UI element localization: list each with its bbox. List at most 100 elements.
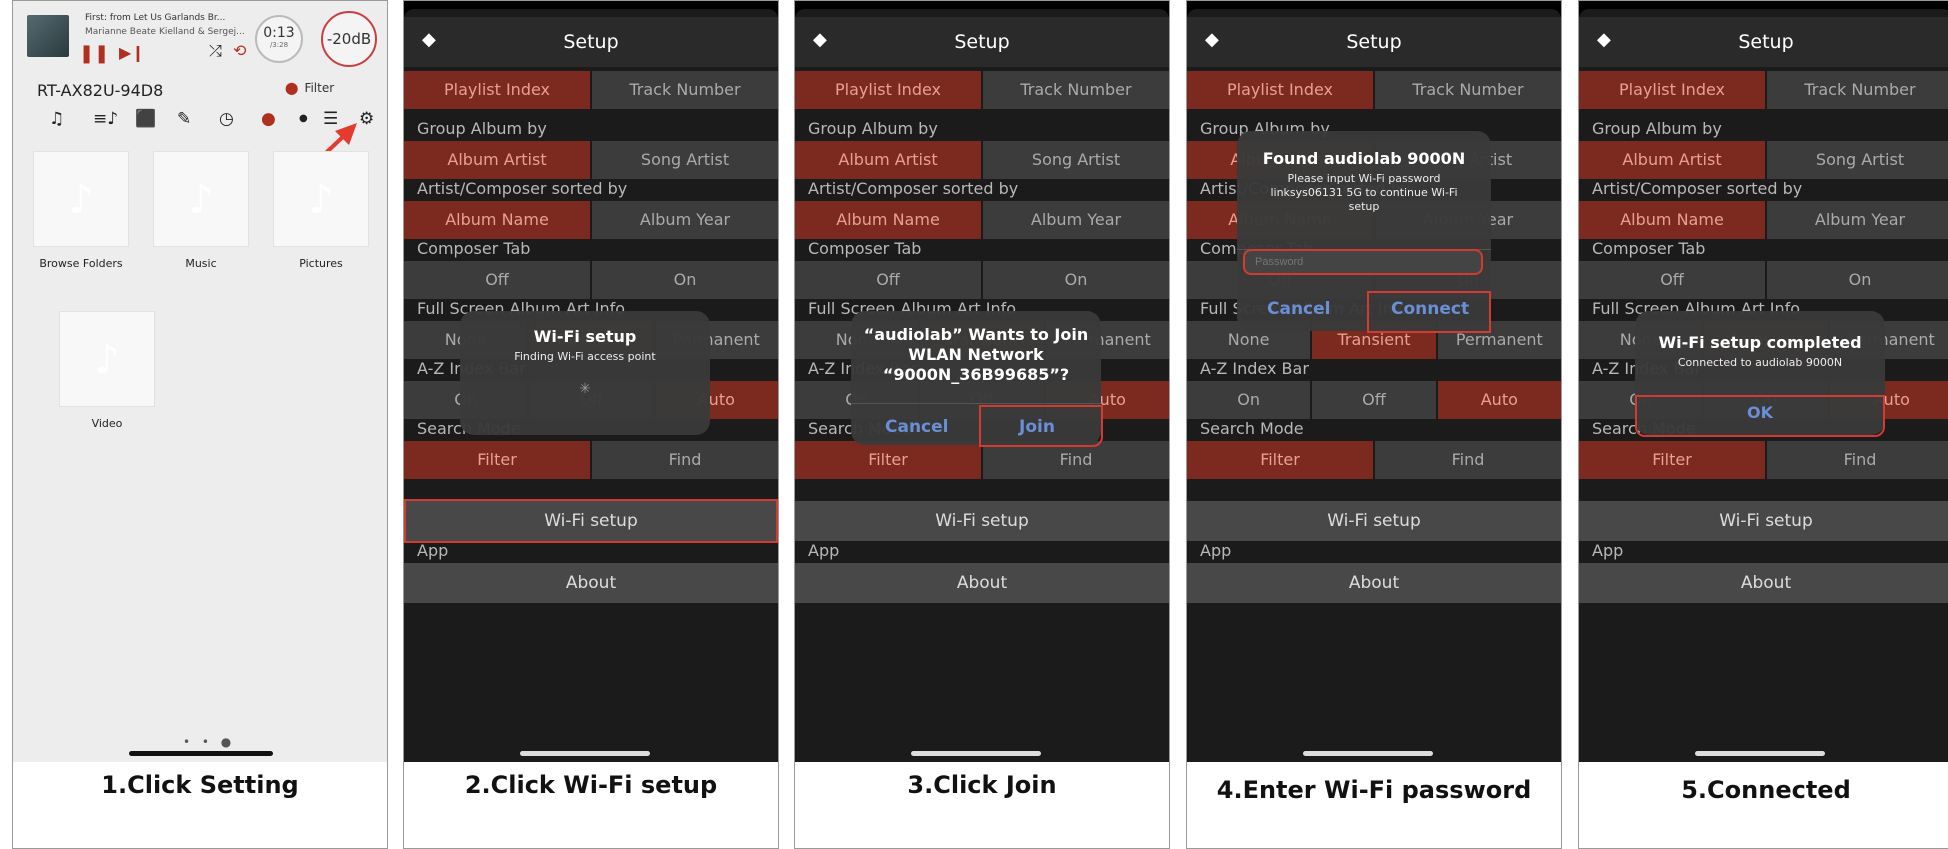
segment-option[interactable]: Album Artist — [795, 141, 983, 179]
phone-screen: First: from Let Us Garlands Br... Marian… — [13, 1, 387, 762]
segment-option[interactable]: Auto — [1437, 381, 1561, 419]
segment-option[interactable]: Track Number — [983, 71, 1169, 109]
segment-option[interactable]: Playlist Index — [1187, 71, 1375, 109]
segmented-control: Album ArtistSong Artist — [1579, 141, 1948, 179]
phone-screen: ◆ Setup Playlist Index Track Number Group Al… — [404, 1, 778, 762]
segment-option[interactable]: Album Artist — [1579, 141, 1767, 179]
highlight-box — [1367, 291, 1491, 333]
pause-icon[interactable]: ❚❚ — [79, 45, 109, 63]
segmented-control: Playlist Index Track Number — [795, 71, 1169, 109]
segment-option[interactable]: Album Name — [1579, 201, 1767, 239]
segment-option[interactable]: On — [1187, 381, 1313, 419]
home-indicator[interactable] — [1303, 751, 1433, 756]
segment-option[interactable]: Filter — [795, 441, 983, 479]
pictures-tile[interactable]: ♪ — [273, 151, 369, 247]
page-title: Setup — [563, 31, 619, 53]
video-tile[interactable]: ♪ — [59, 311, 155, 407]
cancel-button[interactable]: Cancel — [885, 417, 948, 437]
segmented-control: Playlist Index Track Number — [1187, 71, 1561, 109]
music-tile[interactable]: ♪ — [153, 151, 249, 247]
segment-option[interactable]: On — [592, 261, 778, 299]
segment-option[interactable]: On — [983, 261, 1169, 299]
segment-option[interactable]: Filter — [1579, 441, 1767, 479]
segment-option[interactable]: Song Artist — [983, 141, 1169, 179]
about-button[interactable]: About — [404, 563, 778, 603]
password-input[interactable] — [1243, 249, 1483, 275]
about-button[interactable]: About — [1187, 563, 1561, 603]
segment-option[interactable]: Album Year — [592, 201, 778, 239]
next-track-icon[interactable]: ▶❙ — [119, 45, 145, 61]
segment-option[interactable]: Off — [404, 261, 592, 299]
artist-icon[interactable]: ⬛ — [135, 109, 156, 129]
segment-option[interactable]: Album Artist — [404, 141, 592, 179]
home-indicator[interactable] — [520, 751, 650, 756]
step-caption: 2.Click Wi-Fi setup — [464, 771, 718, 799]
music-note-icon[interactable]: ♫ — [49, 109, 64, 129]
page-indicator[interactable]: • • ● — [183, 735, 235, 749]
segment-option[interactable]: Find — [1375, 441, 1561, 479]
tile-label: Music — [185, 257, 217, 270]
segment-option[interactable]: Filter — [1187, 441, 1375, 479]
segment-option[interactable]: Album Year — [1767, 201, 1948, 239]
segment-option[interactable]: Song Artist — [1767, 141, 1948, 179]
browse-folders-tile[interactable]: ♪ — [33, 151, 129, 247]
segment-option[interactable]: Playlist Index — [795, 71, 983, 109]
segment-option[interactable]: Track Number — [1767, 71, 1948, 109]
segment-option[interactable]: Off — [1312, 381, 1438, 419]
cancel-button[interactable]: Cancel — [1267, 299, 1330, 319]
segment-option[interactable]: Filter — [404, 441, 592, 479]
home-indicator[interactable] — [1695, 751, 1825, 756]
dialog-title: Found audiolab 9000N — [1262, 149, 1466, 168]
setup-header: ◆ Setup — [1579, 17, 1948, 67]
setup-header: ◆ Setup — [795, 17, 1169, 67]
tile-label: Pictures — [299, 257, 343, 270]
panel-settings-entry: First: from Let Us Garlands Br... Marian… — [12, 0, 388, 849]
segment-option[interactable]: Song Artist — [592, 141, 778, 179]
wifi-setup-button[interactable]: Wi-Fi setup — [1579, 501, 1948, 541]
wifi-setup-button[interactable]: Wi-Fi setup — [1187, 501, 1561, 541]
about-button[interactable]: About — [1579, 563, 1948, 603]
segment-option[interactable]: On — [1767, 261, 1948, 299]
home-indicator[interactable] — [911, 751, 1041, 756]
volume-display[interactable]: -20dB — [321, 11, 377, 67]
segment-option[interactable]: Playlist Index — [404, 71, 592, 109]
step-caption: 5.Connected — [1681, 776, 1851, 804]
segment-option[interactable]: Find — [592, 441, 778, 479]
dialog-title: “audiolab” Wants to Join WLAN Network “9… — [863, 325, 1089, 384]
segmented-control: Album NameAlbum Year — [795, 201, 1169, 239]
time-display: 0:13 /3:28 — [255, 15, 303, 63]
step-caption: 3.Click Join — [907, 771, 1057, 799]
segment-option[interactable]: Album Name — [404, 201, 592, 239]
segment-option[interactable]: Off — [1579, 261, 1767, 299]
segment-option[interactable]: Playlist Index — [1579, 71, 1767, 109]
panel-password: ◆ Setup Playlist Index Track Number Group Al… — [1186, 0, 1562, 849]
wifi-setup-button[interactable]: Wi-Fi setup — [795, 501, 1169, 541]
segment-option[interactable]: Track Number — [1375, 71, 1561, 109]
section-label: Group Album by — [1592, 119, 1722, 138]
dialog-message: Please input Wi-Fi password linksys06131… — [1270, 172, 1458, 213]
shuffle-icon[interactable]: ⤮ — [209, 43, 222, 59]
section-label: App — [417, 541, 449, 560]
home-indicator[interactable] — [129, 751, 273, 756]
section-label: Search Mode — [1200, 419, 1304, 438]
repeat-icon[interactable]: ⟲ — [233, 43, 246, 59]
segment-option[interactable]: Album Name — [795, 201, 983, 239]
segmented-control: Album ArtistSong Artist — [404, 141, 778, 179]
about-button[interactable]: About — [795, 563, 1169, 603]
edit-icon[interactable]: ✎ — [177, 109, 191, 129]
section-label: App — [1592, 541, 1624, 560]
section-label: Composer Tab — [808, 239, 922, 258]
segmented-control: Album NameAlbum Year — [1579, 201, 1948, 239]
segment-option[interactable]: Album Year — [983, 201, 1169, 239]
segment-option[interactable]: Find — [1767, 441, 1948, 479]
phone-screen: ◆ Setup Playlist Index Track Number Group Al… — [1579, 1, 1948, 762]
filter-button[interactable]: ⬤ Filter — [285, 81, 334, 95]
album-art-thumbnail[interactable] — [27, 15, 69, 57]
segment-option[interactable]: Track Number — [592, 71, 778, 109]
queue-icon[interactable]: ≡♪ — [93, 109, 118, 129]
clock-icon[interactable]: ◷ — [219, 109, 234, 129]
page-title: Setup — [1346, 31, 1402, 53]
segment-option[interactable]: Off — [795, 261, 983, 299]
section-label: Artist/Composer sorted by — [1592, 179, 1803, 198]
now-playing-title: First: from Let Us Garlands Br... — [85, 13, 226, 23]
